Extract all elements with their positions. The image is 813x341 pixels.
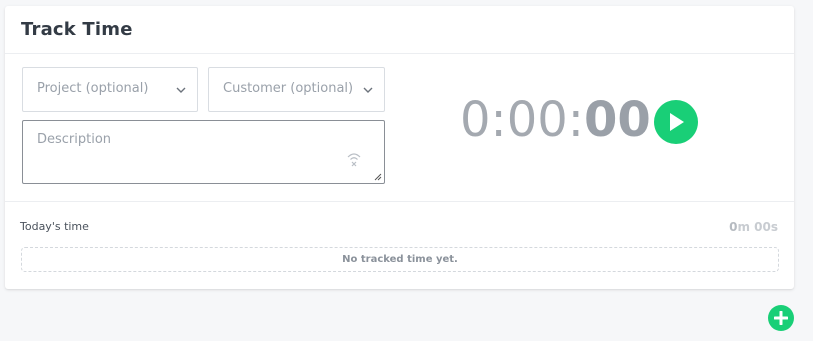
description-field[interactable]: Description bbox=[22, 120, 385, 184]
project-select-label: Project (optional) bbox=[37, 81, 149, 96]
add-button[interactable] bbox=[768, 305, 794, 331]
wifi-icon[interactable] bbox=[346, 151, 362, 167]
divider bbox=[5, 201, 794, 202]
timer-display: 0:00:00 bbox=[460, 92, 651, 148]
todays-time-rest: m 00s bbox=[737, 220, 778, 234]
card-header: Track Time bbox=[5, 6, 794, 54]
chevron-down-icon bbox=[363, 87, 373, 93]
track-time-card: Track Time Project (optional) Customer (… bbox=[5, 6, 794, 289]
play-icon bbox=[670, 113, 684, 131]
customer-select-label: Customer (optional) bbox=[223, 81, 354, 96]
plus-icon bbox=[774, 311, 788, 325]
customer-select[interactable]: Customer (optional) bbox=[208, 67, 385, 112]
todays-time-label: Today's time bbox=[20, 220, 89, 233]
timer-hours-minutes: 0:00: bbox=[460, 92, 584, 148]
project-select[interactable]: Project (optional) bbox=[22, 67, 198, 112]
start-timer-button[interactable] bbox=[654, 100, 698, 144]
resize-handle-icon[interactable] bbox=[374, 173, 382, 181]
timer-seconds: 00 bbox=[583, 92, 651, 148]
empty-state: No tracked time yet. bbox=[21, 247, 779, 272]
description-placeholder: Description bbox=[37, 132, 112, 147]
todays-time-total: 0m 00s bbox=[729, 220, 778, 234]
page-title: Track Time bbox=[21, 19, 133, 40]
chevron-down-icon bbox=[176, 87, 186, 93]
